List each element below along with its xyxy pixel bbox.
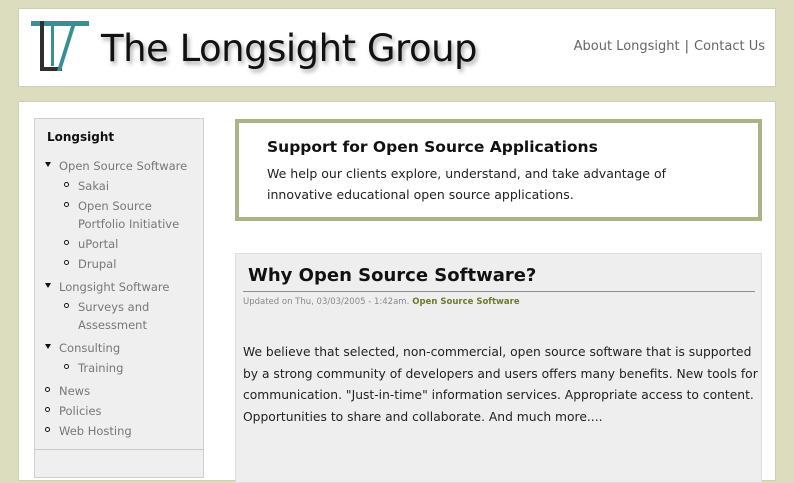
support-box: Support for Open Source Applications We … xyxy=(235,119,762,221)
longsight-logo-icon[interactable] xyxy=(31,21,91,79)
article-meta: Updated on Thu, 03/03/2005 - 1:42am. Open… xyxy=(243,297,520,307)
sidebar-item[interactable]: Drupal xyxy=(78,255,116,273)
article-date: Updated on Thu, 03/03/2005 - 1:42am. xyxy=(243,297,410,307)
site-title[interactable]: The Longsight Group xyxy=(101,27,478,70)
sidebar-item[interactable]: Training xyxy=(78,359,123,377)
bullet-icon xyxy=(45,427,50,432)
top-links: About Longsight | Contact Us xyxy=(574,39,765,54)
article-tag-link[interactable]: Open Source Software xyxy=(412,297,519,307)
contact-link[interactable]: Contact Us xyxy=(694,39,765,54)
bullet-icon xyxy=(45,387,50,392)
expanded-arrow-icon xyxy=(45,344,51,349)
sidebar-item[interactable]: Web Hosting xyxy=(59,422,132,440)
sidebar-item[interactable]: uPortal xyxy=(78,235,118,253)
sidebar-nav: Longsight Open Source Software Sakai Open … xyxy=(34,118,204,478)
support-text: We help our clients explore, understand,… xyxy=(267,166,666,202)
main-content: Longsight Open Source Software Sakai Open … xyxy=(18,101,776,483)
expanded-arrow-icon xyxy=(45,162,51,167)
sidebar-item[interactable]: Policies xyxy=(59,402,102,420)
sidebar-item: Portfolio Initiative xyxy=(78,217,180,231)
link-separator: | xyxy=(684,39,689,54)
bullet-icon xyxy=(45,407,50,412)
sidebar-item: Assessment xyxy=(78,318,147,332)
sidebar-item[interactable]: News xyxy=(59,382,90,400)
sidebar-item[interactable]: Longsight Software xyxy=(59,278,169,296)
sidebar-item[interactable]: Sakai xyxy=(78,177,109,195)
article-body: We believe that selected, non-commercial… xyxy=(243,345,758,424)
article-title[interactable]: Why Open Source Software? xyxy=(248,265,536,286)
expanded-arrow-icon xyxy=(45,283,51,288)
support-title: Support for Open Source Applications xyxy=(267,138,598,156)
bullet-icon xyxy=(64,202,69,207)
article: Why Open Source Software? Updated on Thu… xyxy=(235,253,762,483)
bullet-icon xyxy=(64,240,69,245)
bullet-icon xyxy=(64,364,69,369)
sidebar-item[interactable]: Surveys and xyxy=(78,298,149,316)
sidebar-title: Longsight xyxy=(47,130,115,144)
sidebar-item[interactable]: Open Source xyxy=(78,197,152,215)
bullet-icon xyxy=(64,260,69,265)
sidebar-item[interactable]: Consulting xyxy=(59,339,120,357)
site-header: The Longsight Group About Longsight | Cont… xyxy=(18,8,776,87)
article-divider xyxy=(243,291,755,292)
about-link[interactable]: About Longsight xyxy=(574,39,680,54)
sidebar-item[interactable]: Open Source Software xyxy=(59,157,187,175)
bullet-icon xyxy=(64,303,69,308)
bullet-icon xyxy=(64,182,69,187)
sidebar-divider xyxy=(35,449,203,450)
